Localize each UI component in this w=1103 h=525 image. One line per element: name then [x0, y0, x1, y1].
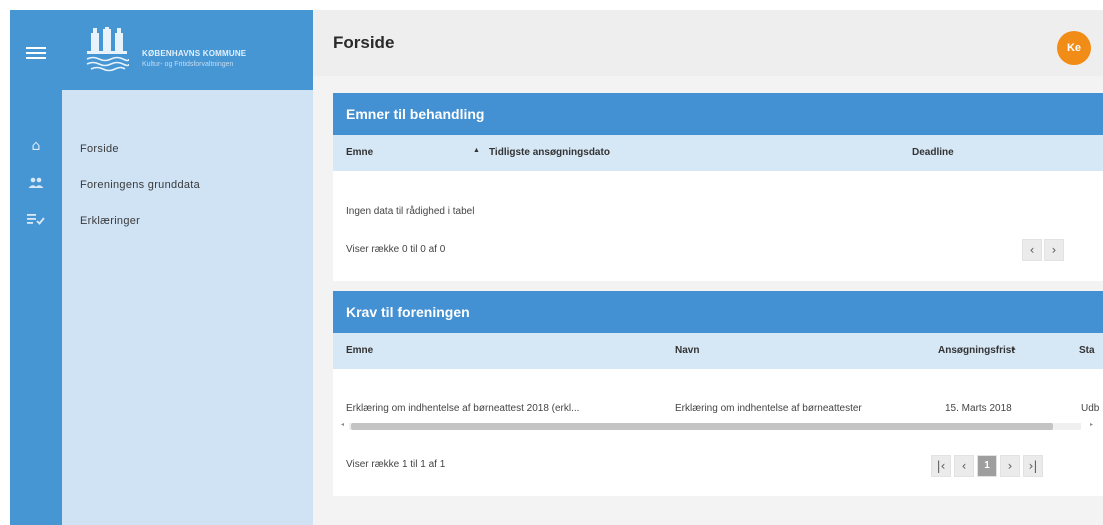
horizontal-scrollbar[interactable]: ◂ ▸: [341, 421, 1095, 431]
first-page-button[interactable]: |‹: [931, 455, 951, 477]
row-navn: Erklæring om indhentelse af børneatteste…: [675, 403, 862, 414]
column-header-ansoegningsfrist[interactable]: Ansøgningsfrist: [938, 345, 1015, 356]
people-icon[interactable]: [26, 176, 46, 192]
last-page-button[interactable]: ›|: [1023, 455, 1043, 477]
home-icon[interactable]: ⌂: [26, 138, 46, 154]
prev-page-button[interactable]: ‹: [954, 455, 974, 477]
app-window: ⌂ KØBENHAVNS KOMMUNE Kultur- og Fritidsf…: [0, 0, 1103, 525]
brand-subtitle: Kultur- og Fritidsforvaltningen: [142, 61, 234, 68]
row-status: Udb: [1081, 403, 1100, 414]
sort-icon[interactable]: ▸: [1012, 345, 1016, 353]
next-page-button[interactable]: ›: [1044, 239, 1064, 261]
avatar[interactable]: Ke: [1057, 31, 1091, 65]
krav-card-title: Krav til foreningen: [333, 291, 1103, 333]
krav-row-count: Viser række 1 til 1 af 1: [346, 459, 446, 470]
icon-rail: ⌂: [10, 10, 62, 525]
emner-card-title: Emner til behandling: [333, 93, 1103, 135]
top-bar: Forside Ke: [313, 10, 1103, 76]
scroll-right-icon[interactable]: ▸: [1090, 421, 1093, 428]
column-header-emne[interactable]: Emne: [346, 147, 373, 158]
hamburger-icon[interactable]: [26, 47, 46, 61]
brand-header: KØBENHAVNS KOMMUNE Kultur- og Fritidsfor…: [62, 10, 313, 90]
emner-row-count: Viser række 0 til 0 af 0: [346, 244, 446, 255]
row-emne[interactable]: Erklæring om indhentelse af børneattest …: [346, 403, 579, 414]
sidebar-item-erklaeringer[interactable]: Erklæringer: [80, 214, 200, 250]
column-header-status[interactable]: Sta: [1079, 345, 1095, 356]
brand-name: KØBENHAVNS KOMMUNE: [142, 49, 247, 58]
scroll-left-icon[interactable]: ◂: [341, 421, 344, 428]
city-crest-logo: [86, 27, 129, 72]
scrollbar-thumb[interactable]: [351, 423, 1053, 430]
sidebar-item-forside[interactable]: Forside: [80, 142, 200, 178]
column-header-emne[interactable]: Emne: [346, 345, 373, 356]
krav-table-header: Emne Navn Ansøgningsfrist ▸ Sta: [333, 333, 1103, 369]
krav-card: Krav til foreningen Emne Navn Ansøgnings…: [333, 291, 1103, 496]
column-header-navn[interactable]: Navn: [675, 345, 699, 356]
column-header-deadline[interactable]: Deadline: [912, 147, 954, 158]
emner-card: Emner til behandling Emne ▲ Tidligste an…: [333, 93, 1103, 281]
sort-asc-icon[interactable]: ▲: [473, 147, 480, 154]
checklist-icon[interactable]: [26, 212, 46, 228]
prev-page-button[interactable]: ‹: [1022, 239, 1042, 261]
current-page-button[interactable]: 1: [977, 455, 997, 477]
column-header-tidligste[interactable]: Tidligste ansøgningsdato: [489, 147, 610, 158]
page-title: Forside: [333, 33, 395, 52]
sidebar-nav: Forside Foreningens grunddata Erklæringe…: [80, 142, 200, 250]
sidebar-item-grunddata[interactable]: Foreningens grunddata: [80, 178, 200, 214]
emner-table-header: Emne ▲ Tidligste ansøgningsdato Deadline: [333, 135, 1103, 171]
next-page-button[interactable]: ›: [1000, 455, 1020, 477]
sidebar: KØBENHAVNS KOMMUNE Kultur- og Fritidsfor…: [62, 10, 313, 525]
row-frist: 15. Marts 2018: [945, 403, 1012, 414]
empty-table-text: Ingen data til rådighed i tabel: [346, 206, 475, 217]
